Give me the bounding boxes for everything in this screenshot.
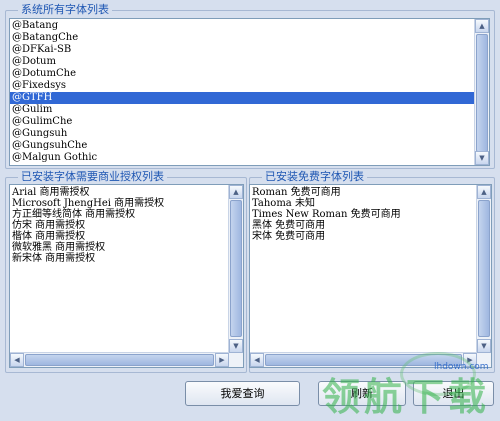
font-list-item[interactable]: @GungsuhChe <box>10 140 474 152</box>
scroll-up-icon[interactable]: ▲ <box>475 19 489 33</box>
commercial-fonts-vscroll[interactable]: ▲ ▼ <box>228 185 243 353</box>
commercial-fonts-hscroll[interactable]: ◀ ▶ <box>10 352 229 367</box>
free-font-line: Times New Roman 免费可商用 <box>252 209 401 220</box>
commercial-fonts-textbox[interactable]: Arial 商用需授权 Microsoft JhengHei 商用需授权 方正细等线… <box>9 184 244 368</box>
commercial-fonts-lines: Arial 商用需授权 Microsoft JhengHei 商用需授权 方正细等线… <box>10 187 228 264</box>
font-list-item[interactable]: @Dotum <box>10 56 474 68</box>
all-fonts-listbox[interactable]: @Batang @BatangChe @DFKai-SB @Dotum @DotumCh… <box>9 18 490 166</box>
all-fonts-items: @Batang @BatangChe @DFKai-SB @Dotum @DotumCh… <box>10 20 474 164</box>
scroll-right-icon[interactable]: ▶ <box>215 353 229 367</box>
query-button[interactable]: 我爱查询 <box>185 381 300 406</box>
font-list-item[interactable]: @Gungsuh <box>10 128 474 140</box>
scroll-thumb[interactable] <box>230 200 242 337</box>
free-fonts-vscroll[interactable]: ▲ ▼ <box>476 185 491 353</box>
font-list-item[interactable]: @Malgun Gothic <box>10 152 474 164</box>
free-font-line: Tahoma 未知 <box>252 198 315 209</box>
free-fonts-group-title: 已安装免费字体列表 <box>262 170 367 184</box>
font-list-item[interactable]: @BatangChe <box>10 32 474 44</box>
scroll-thumb-horizontal[interactable] <box>25 354 214 366</box>
scroll-thumb[interactable] <box>478 200 490 337</box>
commercial-fonts-group-title: 已安装字体需要商业授权列表 <box>18 170 167 184</box>
font-list-item[interactable]: @GulimChe <box>10 116 474 128</box>
font-list-item[interactable]: @Fixedsys <box>10 80 474 92</box>
scroll-up-icon[interactable]: ▲ <box>477 185 491 199</box>
all-fonts-vscroll[interactable]: ▲ ▼ <box>474 19 489 165</box>
commercial-font-line: Arial 商用需授权 <box>12 187 90 198</box>
scroll-up-icon[interactable]: ▲ <box>229 185 243 199</box>
scroll-left-icon[interactable]: ◀ <box>250 353 264 367</box>
scroll-left-icon[interactable]: ◀ <box>10 353 24 367</box>
commercial-font-line: 仿宋 商用需授权 <box>12 220 86 231</box>
scroll-down-icon[interactable]: ▼ <box>477 339 491 353</box>
font-list-item[interactable]: @DotumChe <box>10 68 474 80</box>
scroll-down-icon[interactable]: ▼ <box>475 151 489 165</box>
commercial-font-line: Microsoft JhengHei 商用需授权 <box>12 198 165 209</box>
watermark-logo: 领航下载 <box>322 374 491 419</box>
commercial-font-line: 方正细等线简体 商用需授权 <box>12 209 136 220</box>
font-list-item[interactable]: @Batang <box>10 20 474 32</box>
free-font-line: 宋体 免费可商用 <box>252 231 326 242</box>
commercial-font-line: 新宋体 商用需授权 <box>12 253 96 264</box>
commercial-font-line: 微软雅黑 商用需授权 <box>12 242 106 253</box>
free-fonts-textbox[interactable]: Roman 免费可商用 Tahoma 未知 Times New Roman 免费可商… <box>249 184 492 368</box>
free-fonts-lines: Roman 免费可商用 Tahoma 未知 Times New Roman 免费可商… <box>250 187 476 242</box>
scroll-thumb[interactable] <box>476 34 488 152</box>
scroll-down-icon[interactable]: ▼ <box>229 339 243 353</box>
font-list-item[interactable]: @GTFH <box>10 92 474 104</box>
all-fonts-group-title: 系统所有字体列表 <box>18 3 112 17</box>
font-list-item[interactable]: @Gulim <box>10 104 474 116</box>
scroll-corner <box>229 353 243 367</box>
font-list-item[interactable]: @DFKai-SB <box>10 44 474 56</box>
free-font-line: 黑体 免费可商用 <box>252 220 326 231</box>
free-font-line: Roman 免费可商用 <box>252 187 341 198</box>
commercial-font-line: 楷体 商用需授权 <box>12 231 86 242</box>
